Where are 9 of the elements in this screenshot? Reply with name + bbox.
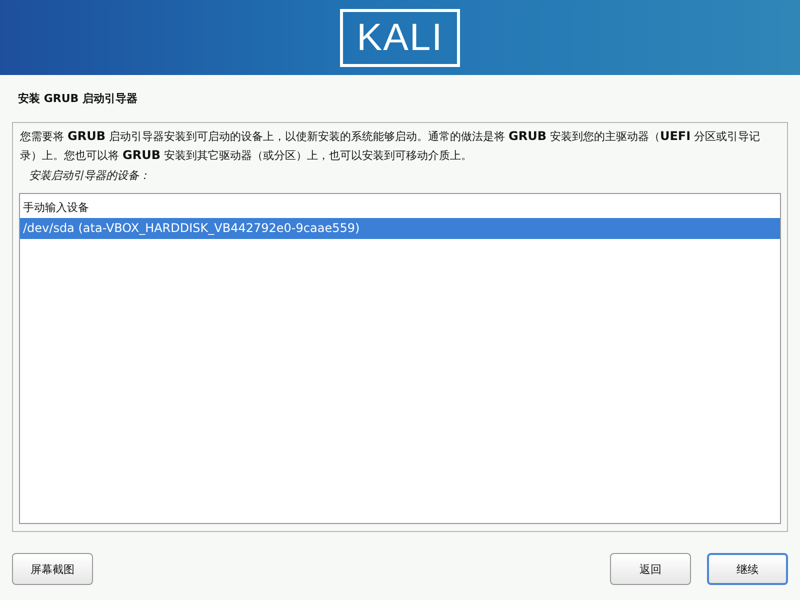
page-title: 安装 GRUB 启动引导器 — [17, 91, 138, 106]
continue-button[interactable]: 继续 — [707, 553, 788, 585]
back-button[interactable]: 返回 — [610, 553, 691, 585]
device-item[interactable]: 手动输入设备 — [20, 197, 780, 218]
device-item[interactable]: /dev/sda (ata-VBOX_HARDDISK_VB442792e0-9caae559) — [20, 218, 780, 239]
kali-logo: KALI — [340, 8, 460, 66]
screenshot-button[interactable]: 屏幕截图 — [12, 553, 93, 585]
description-text: 您需要将 GRUB 启动引导器安装到可启动的设备上，以使新安装的系统能够启动。通常的做法是将 GRUB 安装到您的主驱动器（UEFI 分区或引导记录）上。您也可以将 GRUB 安装到其它驱动器（或分区）上，也可以安装到可移动介质上。 — [19, 128, 762, 164]
device-prompt: 安装启动引导器的设备： — [29, 168, 151, 184]
